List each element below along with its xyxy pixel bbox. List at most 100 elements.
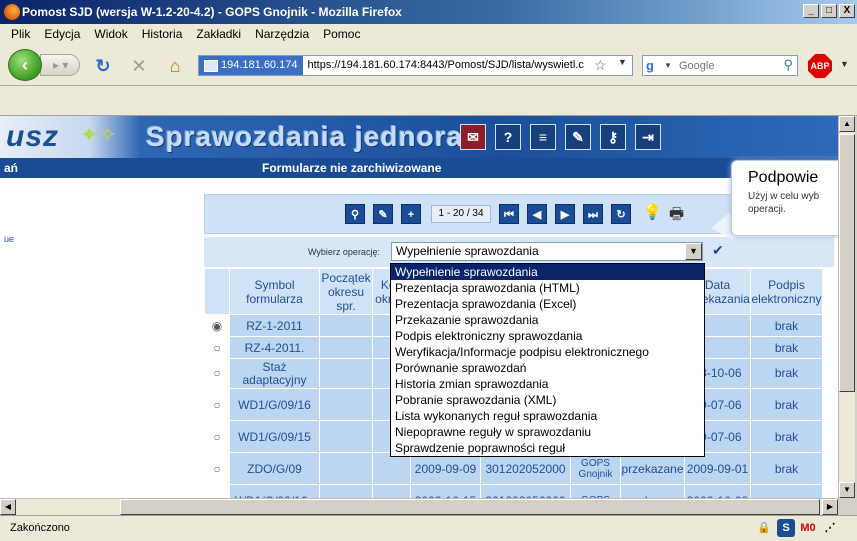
row-radio[interactable]: ○ (204, 358, 230, 389)
operation-option[interactable]: Wypełnienie sprawozdania (391, 264, 704, 280)
app-banner: usz ✦✧ Sprawozdania jednoraz ✉ ? ≡ ✎ ⚷ ⇥ (0, 116, 838, 158)
reload-icon[interactable]: ↻ (92, 55, 114, 77)
operation-option[interactable]: Weryfikacja/Informacje podpisu elektroni… (391, 344, 704, 360)
document-icon[interactable]: ≡ (530, 124, 556, 150)
operation-option[interactable]: Prezentacja sprawozdania (HTML) (391, 280, 704, 296)
next-page-icon[interactable]: ▶ (555, 204, 575, 224)
search-input[interactable] (677, 57, 777, 74)
tooltip-line-1: Użyj w celu wyb (748, 191, 820, 202)
skype-icon[interactable]: S (777, 519, 795, 537)
hint-tooltip: Podpowie Użyj w celu wyb operacji. (731, 160, 838, 236)
vertical-scroll-thumb[interactable] (839, 134, 855, 392)
search-icon[interactable]: ⚲ (345, 204, 365, 224)
left-panel-fragment[interactable]: ue (4, 234, 14, 244)
menu-pomoc[interactable]: Pomoc (316, 24, 367, 44)
menu-edycja[interactable]: Edycja (37, 24, 87, 44)
row-radio[interactable]: ○ (204, 388, 230, 421)
adblock-icon[interactable]: ABP (808, 54, 832, 78)
operation-option[interactable]: Porównanie sprawozdań (391, 360, 704, 376)
scroll-down-icon[interactable]: ▼ (839, 482, 855, 498)
first-page-icon[interactable]: ⏮ (499, 204, 519, 224)
horizontal-scroll-thumb[interactable] (120, 499, 820, 515)
add-icon[interactable]: + (401, 204, 421, 224)
col-header-start[interactable]: Początek okresu spr. (319, 268, 373, 315)
minimize-button[interactable]: _ (803, 4, 819, 18)
section-header: ań Formularze nie zarchiwizowane (0, 158, 838, 178)
operation-option[interactable]: Pobranie sprawozdania (XML) (391, 392, 704, 408)
gmail-icon[interactable]: M0 (799, 519, 817, 537)
cell-date: 2009-10-08 (684, 484, 751, 498)
printer-icon[interactable]: 🖶 (669, 203, 684, 230)
close-button[interactable]: X (839, 4, 855, 18)
cell-sign: brak (750, 336, 823, 359)
lightbulb-icon[interactable]: 💡 (643, 203, 662, 221)
cell-sign: brak (750, 420, 823, 453)
col-header-symbol[interactable]: Symbol formularza (229, 268, 320, 315)
tooltip-title: Podpowie (748, 169, 819, 186)
last-page-icon[interactable]: ⏭ (583, 204, 603, 224)
search-icon[interactable]: ⚲ (783, 57, 793, 73)
adblock-dropdown-icon[interactable]: ▼ (840, 59, 849, 69)
menu-widok[interactable]: Widok (87, 24, 134, 44)
stop-icon[interactable]: ✕ (128, 55, 150, 77)
scroll-up-icon[interactable]: ▲ (839, 116, 855, 132)
row-radio[interactable]: ○ (204, 420, 230, 453)
site-identity[interactable]: 194.181.60.174 (199, 56, 304, 75)
cell-sign: brak (750, 358, 823, 389)
cell-symbol: RZ-1-2011 (229, 314, 320, 337)
scrollbar-corner (838, 498, 857, 515)
row-radio[interactable]: ○ (204, 484, 230, 498)
operation-option[interactable]: Prezentacja sprawozdania (Excel) (391, 296, 704, 312)
row-radio[interactable]: ○ (204, 452, 230, 485)
vertical-scrollbar[interactable]: ▲ ▼ (838, 116, 855, 498)
search-engine-dropdown-icon[interactable]: ▼ (664, 61, 672, 70)
cell-c2: 301202052000 (480, 484, 571, 498)
horizontal-scrollbar[interactable]: ◀ ▶ (0, 498, 838, 515)
url-bar[interactable]: 194.181.60.174 https://194.181.60.174:844… (198, 55, 633, 76)
scroll-left-icon[interactable]: ◀ (0, 499, 16, 515)
prev-page-icon[interactable]: ◀ (527, 204, 547, 224)
operation-option[interactable]: Przekazanie sprawozdania (391, 312, 704, 328)
operation-option[interactable]: Lista wykonanych reguł sprawozdania (391, 408, 704, 424)
menu-zakladki[interactable]: Zakładki (189, 24, 248, 44)
banner-title: Sprawozdania jednoraz (146, 121, 479, 152)
scroll-right-icon[interactable]: ▶ (822, 499, 838, 515)
google-icon[interactable]: g (646, 58, 662, 74)
refresh-icon[interactable]: ↻ (611, 204, 631, 224)
bookmark-star-icon[interactable]: ☆ (594, 57, 607, 74)
home-icon[interactable]: ⌂ (164, 55, 186, 77)
menu-plik[interactable]: Plik (4, 24, 37, 44)
forward-button[interactable]: ▸ ▾ (40, 54, 80, 76)
table-row[interactable]: ○ WD1/G/09/16a 2009-10-15 301202052000 G… (204, 484, 823, 498)
menu-historia[interactable]: Historia (135, 24, 190, 44)
url-dropdown-icon[interactable]: ▼ (618, 57, 627, 67)
bookmarks-toolbar (0, 86, 857, 116)
pager-info: 1 - 20 / 34 (431, 205, 491, 223)
maximize-button[interactable]: □ (821, 4, 837, 18)
search-box[interactable]: g ▼ ⚲ (642, 55, 798, 76)
lock-icon[interactable]: 🔒 (755, 519, 773, 537)
cell-c2: 301202052000 (480, 452, 571, 485)
row-radio[interactable]: ◉ (204, 314, 230, 337)
firefox-icon (4, 4, 20, 20)
menu-narzedzia[interactable]: Narzędzia (248, 24, 316, 44)
operation-option[interactable]: Podpis elektroniczny sprawozdania (391, 328, 704, 344)
edit-icon[interactable]: ✎ (565, 124, 591, 150)
back-button[interactable]: ‹ (8, 49, 42, 81)
col-header-sign[interactable]: Podpis elektroniczny (750, 268, 823, 315)
operation-option[interactable]: Niepoprawne reguły w sprawozdaniu (391, 424, 704, 440)
chevron-down-icon[interactable]: ▼ (685, 243, 702, 260)
key-icon[interactable]: ⚷ (600, 124, 626, 150)
left-panel: ue (0, 178, 200, 498)
row-radio[interactable]: ○ (204, 336, 230, 359)
mail-icon[interactable]: ✉ (460, 124, 486, 150)
logout-icon[interactable]: ⇥ (635, 124, 661, 150)
help-icon[interactable]: ? (495, 124, 521, 150)
table-row[interactable]: ○ ZDO/G/09 2009-09-09 301202052000 GOPS … (204, 452, 823, 485)
operation-option[interactable]: Sprawdzenie poprawności reguł (391, 440, 704, 456)
col-header-radio (204, 268, 230, 315)
checkmark-icon[interactable]: ✔ (712, 242, 724, 259)
operation-option[interactable]: Historia zmian sprawozdania (391, 376, 704, 392)
operation-select[interactable]: Wypełnienie sprawozdania ▼ (391, 242, 703, 261)
edit-icon[interactable]: ✎ (373, 204, 393, 224)
